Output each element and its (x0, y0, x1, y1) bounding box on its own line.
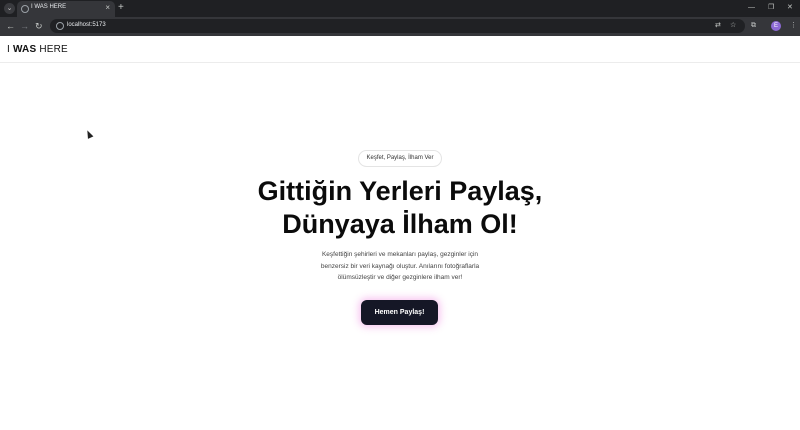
hero-description: Keşfettiğin şehirleri ve mekanları payla… (310, 249, 490, 284)
site-header: I WAS HERE (0, 36, 800, 63)
browser-tab-bar: ⌄ I WAS HERE × + — ❐ ✕ (0, 0, 800, 17)
hero-description-line-1: Keşfettiğin şehirleri ve mekanları payla… (321, 251, 479, 258)
reload-icon[interactable]: ↻ (35, 20, 43, 32)
mouse-cursor-icon (84, 129, 94, 139)
close-window-icon[interactable]: ✕ (787, 3, 793, 12)
site-logo[interactable]: I WAS HERE (7, 44, 68, 55)
globe-icon (21, 5, 29, 13)
page: I WAS HERE Keşfet, Paylaş, İlham Ver Git… (0, 36, 800, 430)
close-icon[interactable]: × (105, 3, 110, 13)
minimize-icon[interactable]: — (748, 3, 755, 12)
browser-toolbar: ← → ↻ localhost:5173 ⇄ ☆ ⧉ E ⋮ (0, 17, 800, 36)
restore-icon[interactable]: ❐ (768, 3, 774, 12)
forward-icon[interactable]: → (20, 20, 29, 32)
hero-description-line-3: ölümsüzleştir ve diğer gezginlere ilham … (337, 274, 463, 281)
hero-badge: Keşfet, Paylaş, İlham Ver (358, 150, 442, 167)
browser-tab[interactable]: I WAS HERE × (17, 1, 115, 17)
translate-icon[interactable]: ⇄ (715, 21, 721, 31)
extensions-icon[interactable]: ⧉ (751, 21, 756, 31)
site-info-icon[interactable] (56, 22, 64, 30)
logo-bold: WAS (12, 44, 37, 55)
hero-description-line-2: benzersiz bir veri kaynağı oluştur. Anıl… (320, 262, 480, 270)
share-now-button[interactable]: Hemen Paylaş! (361, 300, 438, 325)
address-bar[interactable]: localhost:5173 ⇄ ☆ (50, 19, 745, 33)
logo-suffix: HERE (36, 44, 68, 55)
more-menu-icon[interactable]: ⋮ (790, 21, 797, 31)
tab-title: I WAS HERE (31, 4, 67, 10)
hero-title-line-1: Gittiğin Yerleri Paylaş, (257, 176, 543, 206)
bookmark-star-icon[interactable]: ☆ (730, 21, 736, 31)
back-icon[interactable]: ← (6, 20, 15, 32)
url-text[interactable]: localhost:5173 (67, 22, 106, 28)
tab-search-icon[interactable]: ⌄ (4, 3, 15, 14)
hero-title: Gittiğin Yerleri Paylaş, Dünyaya İlham O… (0, 175, 800, 241)
hero-title-line-2: Dünyaya İlham Ol! (282, 209, 518, 239)
profile-avatar[interactable]: E (771, 21, 781, 31)
new-tab-button[interactable]: + (118, 2, 124, 14)
